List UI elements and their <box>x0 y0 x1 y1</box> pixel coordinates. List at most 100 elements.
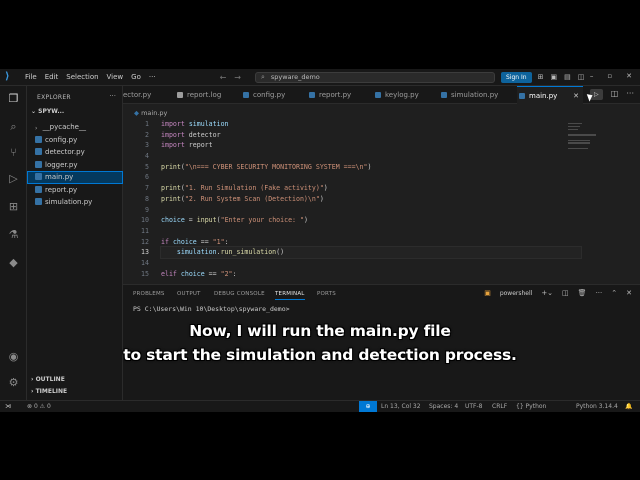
line-number: 8 <box>145 194 149 203</box>
more-actions-icon[interactable]: ··· <box>109 92 116 100</box>
file-report[interactable]: report.py <box>27 184 123 197</box>
indentation[interactable]: Spaces: 4 <box>429 403 458 410</box>
python-icon[interactable]: ◆ <box>7 256 20 269</box>
close-window-icon[interactable]: ✕ <box>626 72 632 80</box>
file-config[interactable]: config.py <box>27 134 123 147</box>
code-line[interactable] <box>161 258 581 269</box>
file-logger[interactable]: logger.py <box>27 159 123 172</box>
panel-tab-output[interactable]: OUTPUT <box>177 291 201 297</box>
minimize-icon[interactable]: – <box>590 72 594 80</box>
copilot-icon[interactable]: ⊞ <box>538 73 544 81</box>
settings-gear-icon[interactable]: ⚙ <box>7 376 20 389</box>
file-simulation[interactable]: simulation.py <box>27 196 123 209</box>
tab-simulation[interactable]: simulation.py <box>439 86 517 104</box>
tab-label: ector.py <box>123 91 152 99</box>
explorer-icon[interactable]: ❐ <box>7 92 20 105</box>
close-panel-icon[interactable]: ✕ <box>626 289 632 297</box>
extensions-icon[interactable]: ⊞ <box>7 200 20 213</box>
panel-tab-problems[interactable]: PROBLEMS <box>133 291 165 297</box>
code-line[interactable]: import detector <box>161 130 581 141</box>
cursor-position[interactable]: Ln 13, Col 32 <box>381 403 421 410</box>
breadcrumb[interactable]: ◆ main.py <box>134 109 167 117</box>
tab-keylog[interactable]: keylog.py <box>373 86 439 104</box>
menu-go[interactable]: Go <box>131 73 141 81</box>
code-line[interactable]: import simulation <box>161 119 581 130</box>
panel-tab-debug-console[interactable]: DEBUG CONSOLE <box>214 291 265 297</box>
tab-report-log[interactable]: report.log <box>175 86 241 104</box>
search-icon[interactable]: ⌕ <box>7 120 20 133</box>
maximize-icon[interactable]: ▫ <box>607 72 612 80</box>
code-line[interactable] <box>161 205 581 216</box>
code-line[interactable]: choice = input("Enter your choice: ") <box>161 215 581 226</box>
timeline-section[interactable]: › TIMELINE <box>31 388 67 395</box>
new-terminal-icon[interactable]: +⌄ <box>541 289 553 297</box>
tab-detector[interactable]: ector.py <box>123 86 175 104</box>
testing-icon[interactable]: ⚗ <box>7 228 20 241</box>
toggle-sidebar-icon[interactable]: ▣ <box>550 73 557 81</box>
notifications-icon[interactable]: 🔔 <box>625 403 632 410</box>
python-interpreter[interactable]: Python 3.14.4 <box>576 403 618 410</box>
tab-report[interactable]: report.py <box>307 86 373 104</box>
terminal-shell-name[interactable]: powershell <box>500 290 533 297</box>
python-file-icon <box>243 92 249 98</box>
line-number-gutter: 1 2 3 4 5 6 7 8 9 10 11 12 13 14 15 <box>123 119 149 279</box>
timeline-label: TIMELINE <box>35 388 68 395</box>
split-editor-icon[interactable]: ◫ <box>611 89 619 100</box>
code-line[interactable] <box>161 226 581 237</box>
run-debug-icon[interactable]: ▷ <box>7 172 20 185</box>
more-actions-icon[interactable]: ··· <box>596 289 603 297</box>
file-label: detector.py <box>45 148 85 156</box>
outline-label: OUTLINE <box>35 376 65 383</box>
sign-in-button[interactable]: Sign In <box>500 71 532 83</box>
code-line[interactable]: print("\n=== CYBER SECURITY MONITORING S… <box>161 162 581 173</box>
outline-section[interactable]: › OUTLINE <box>31 376 65 383</box>
file-main[interactable]: main.py <box>27 171 123 184</box>
terminal-prompt[interactable]: PS C:\Users\Win 10\Desktop\spyware_demo> <box>133 305 293 313</box>
code-line[interactable]: elif choice == "2": <box>161 269 581 280</box>
code-line[interactable]: if choice == "1": <box>161 237 581 248</box>
minimap[interactable] <box>568 123 598 153</box>
vscode-logo-icon: ⟩ <box>5 71 10 82</box>
maximize-panel-icon[interactable]: ⌃ <box>611 289 617 297</box>
code-line[interactable]: print("1. Run Simulation (Fake activity)… <box>161 183 581 194</box>
folder-pycache[interactable]: › __pycache__ <box>27 121 123 134</box>
code-line[interactable]: import report <box>161 140 581 151</box>
remote-indicator-icon[interactable]: ⋊ <box>0 401 16 412</box>
language-mode[interactable]: {} Python <box>516 403 546 410</box>
zoom-icon[interactable]: ⊕ <box>359 401 377 412</box>
file-detector[interactable]: detector.py <box>27 146 123 159</box>
line-number: 13 <box>141 248 149 257</box>
kill-terminal-icon[interactable]: 🗑 <box>578 289 587 297</box>
tab-config[interactable]: config.py <box>241 86 307 104</box>
close-tab-icon[interactable]: ✕ <box>573 87 579 105</box>
end-of-line[interactable]: CRLF <box>492 403 507 410</box>
code-line[interactable]: print("2. Run System Scan (Detection)\n"… <box>161 194 581 205</box>
menu-view[interactable]: View <box>107 73 124 81</box>
panel-tab-terminal[interactable]: TERMINAL <box>275 291 305 300</box>
menu-edit[interactable]: Edit <box>45 73 59 81</box>
line-number: 11 <box>141 226 149 235</box>
more-actions-icon[interactable]: ··· <box>626 89 634 100</box>
workspace-root-folder[interactable]: ⌄ SPYW... <box>31 108 64 115</box>
problems-status[interactable]: ⊗ 0 ⚠ 0 <box>27 403 51 410</box>
menu-selection[interactable]: Selection <box>66 73 98 81</box>
toggle-panel-icon[interactable]: ▤ <box>564 73 571 81</box>
editor-tabs: ector.py report.log config.py report.py … <box>123 86 640 104</box>
tab-main[interactable]: main.py ✕ <box>517 86 583 104</box>
nav-back-forward-icon[interactable]: ←→ <box>220 73 249 82</box>
code-editor[interactable]: 1 2 3 4 5 6 7 8 9 10 11 12 13 14 15 import simulation i… <box>123 119 640 284</box>
warning-count: 0 <box>46 403 51 410</box>
menu-file[interactable]: File <box>25 73 37 81</box>
layout-icon[interactable]: ◫ <box>578 73 585 81</box>
command-center-search[interactable]: ⌕ spyware_demo <box>254 71 495 83</box>
menu-more[interactable]: ··· <box>149 73 156 81</box>
panel-tab-ports[interactable]: PORTS <box>317 291 336 297</box>
code-line[interactable] <box>161 172 581 183</box>
code-line[interactable]: simulation.run_simulation() <box>160 246 582 259</box>
code-line[interactable] <box>161 151 581 162</box>
explorer-title: EXPLORER <box>37 94 71 101</box>
source-control-icon[interactable]: ⑂ <box>7 146 20 159</box>
split-terminal-icon[interactable]: ◫ <box>562 289 569 297</box>
code-lines[interactable]: import simulation import detector import r… <box>160 119 582 280</box>
encoding[interactable]: UTF-8 <box>465 403 483 410</box>
